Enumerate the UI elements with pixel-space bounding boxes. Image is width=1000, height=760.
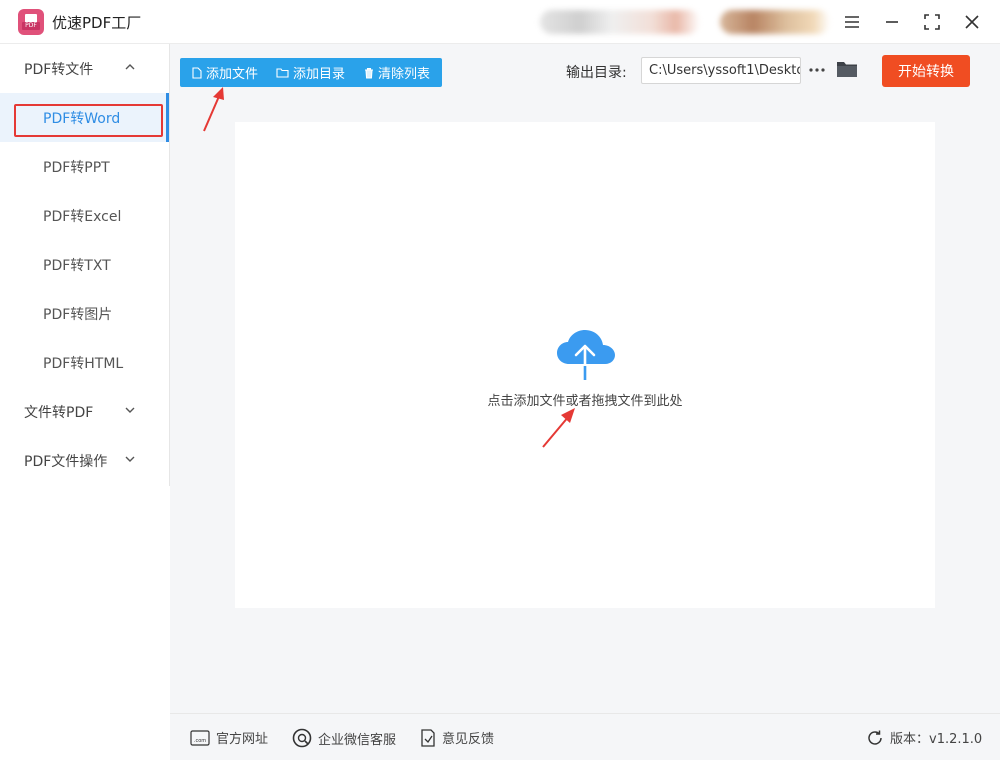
add-file-button[interactable]: 添加文件 — [192, 58, 258, 87]
sidebar-item-pdf-to-txt[interactable]: PDF转TXT — [0, 240, 168, 289]
app-logo-icon: PDF — [18, 9, 44, 35]
title-bar: PDF 优速PDF工厂 — [0, 0, 1000, 44]
open-folder-icon[interactable] — [836, 58, 858, 82]
file-toolbar: 添加文件 添加目录 清除列表 — [180, 58, 442, 87]
sidebar-group-file-to-pdf[interactable]: 文件转PDF — [0, 387, 168, 436]
sidebar-item-pdf-to-image[interactable]: PDF转图片 — [0, 289, 168, 338]
minimize-icon[interactable] — [878, 8, 906, 36]
chevron-down-icon — [125, 407, 135, 413]
sidebar-group-pdf-to-file[interactable]: PDF转文件 — [0, 44, 168, 93]
folder-outline-icon — [276, 68, 289, 78]
feedback-link[interactable]: 意见反馈 — [420, 728, 494, 747]
sidebar-group-label: 文件转PDF — [24, 404, 94, 421]
file-icon — [192, 66, 202, 79]
version-info[interactable]: 版本：v1.2.1.0 — [866, 728, 982, 747]
sidebar-item-label: PDF转TXT — [43, 257, 111, 274]
main-panel: 添加文件 添加目录 清除列表 输出目录: C:\Users\yssoft1\De… — [170, 44, 1000, 760]
blurred-account-info — [540, 10, 700, 34]
active-indicator — [166, 93, 169, 142]
drop-hint-text: 点击添加文件或者拖拽文件到此处 — [487, 394, 683, 409]
sidebar-item-label: PDF转Excel — [43, 208, 122, 225]
output-directory-field[interactable]: C:\Users\yssoft1\Desktop — [641, 57, 801, 84]
blurred-avatar — [720, 10, 830, 34]
chevron-up-icon — [125, 64, 135, 70]
sidebar-item-label: PDF转图片 — [43, 306, 113, 323]
footer-bar: .com 官方网址 企业微信客服 意见反馈 版本：v1.2.1.0 — [170, 713, 1000, 760]
add-directory-button[interactable]: 添加目录 — [276, 58, 345, 87]
annotation-highlight-box — [14, 104, 163, 137]
official-website-link[interactable]: .com 官方网址 — [190, 728, 268, 747]
wechat-icon — [292, 728, 312, 748]
sidebar: PDF转文件 PDF转Word PDF转PPT PDF转Excel PDF转TX… — [0, 44, 170, 486]
sidebar-item-pdf-to-excel[interactable]: PDF转Excel — [0, 191, 168, 240]
sidebar-item-label: PDF转HTML — [43, 355, 124, 372]
file-drop-zone[interactable]: 点击添加文件或者拖拽文件到此处 — [235, 122, 935, 608]
sidebar-item-label: PDF转PPT — [43, 159, 110, 176]
chevron-down-icon — [125, 456, 135, 462]
more-options-icon[interactable] — [808, 58, 826, 82]
start-convert-button[interactable]: 开始转换 — [882, 55, 970, 87]
trash-icon — [365, 67, 373, 79]
sidebar-group-label: PDF文件操作 — [24, 453, 108, 470]
fullscreen-icon[interactable] — [918, 8, 946, 36]
close-icon[interactable] — [958, 8, 986, 36]
cloud-upload-icon — [557, 330, 615, 380]
hamburger-menu-icon[interactable] — [838, 8, 866, 36]
sidebar-item-pdf-to-ppt[interactable]: PDF转PPT — [0, 142, 168, 191]
app-title: 优速PDF工厂 — [52, 14, 142, 32]
sidebar-group-pdf-operations[interactable]: PDF文件操作 — [0, 436, 168, 485]
feedback-icon — [421, 728, 435, 747]
sidebar-group-label: PDF转文件 — [24, 61, 94, 78]
output-directory-label: 输出目录: — [566, 65, 627, 81]
svg-text:.com: .com — [194, 738, 206, 744]
refresh-icon — [868, 730, 882, 745]
wechat-support-link[interactable]: 企业微信客服 — [292, 728, 396, 748]
clear-list-button[interactable]: 清除列表 — [364, 58, 430, 87]
website-icon: .com — [190, 729, 210, 746]
sidebar-item-pdf-to-html[interactable]: PDF转HTML — [0, 338, 168, 387]
